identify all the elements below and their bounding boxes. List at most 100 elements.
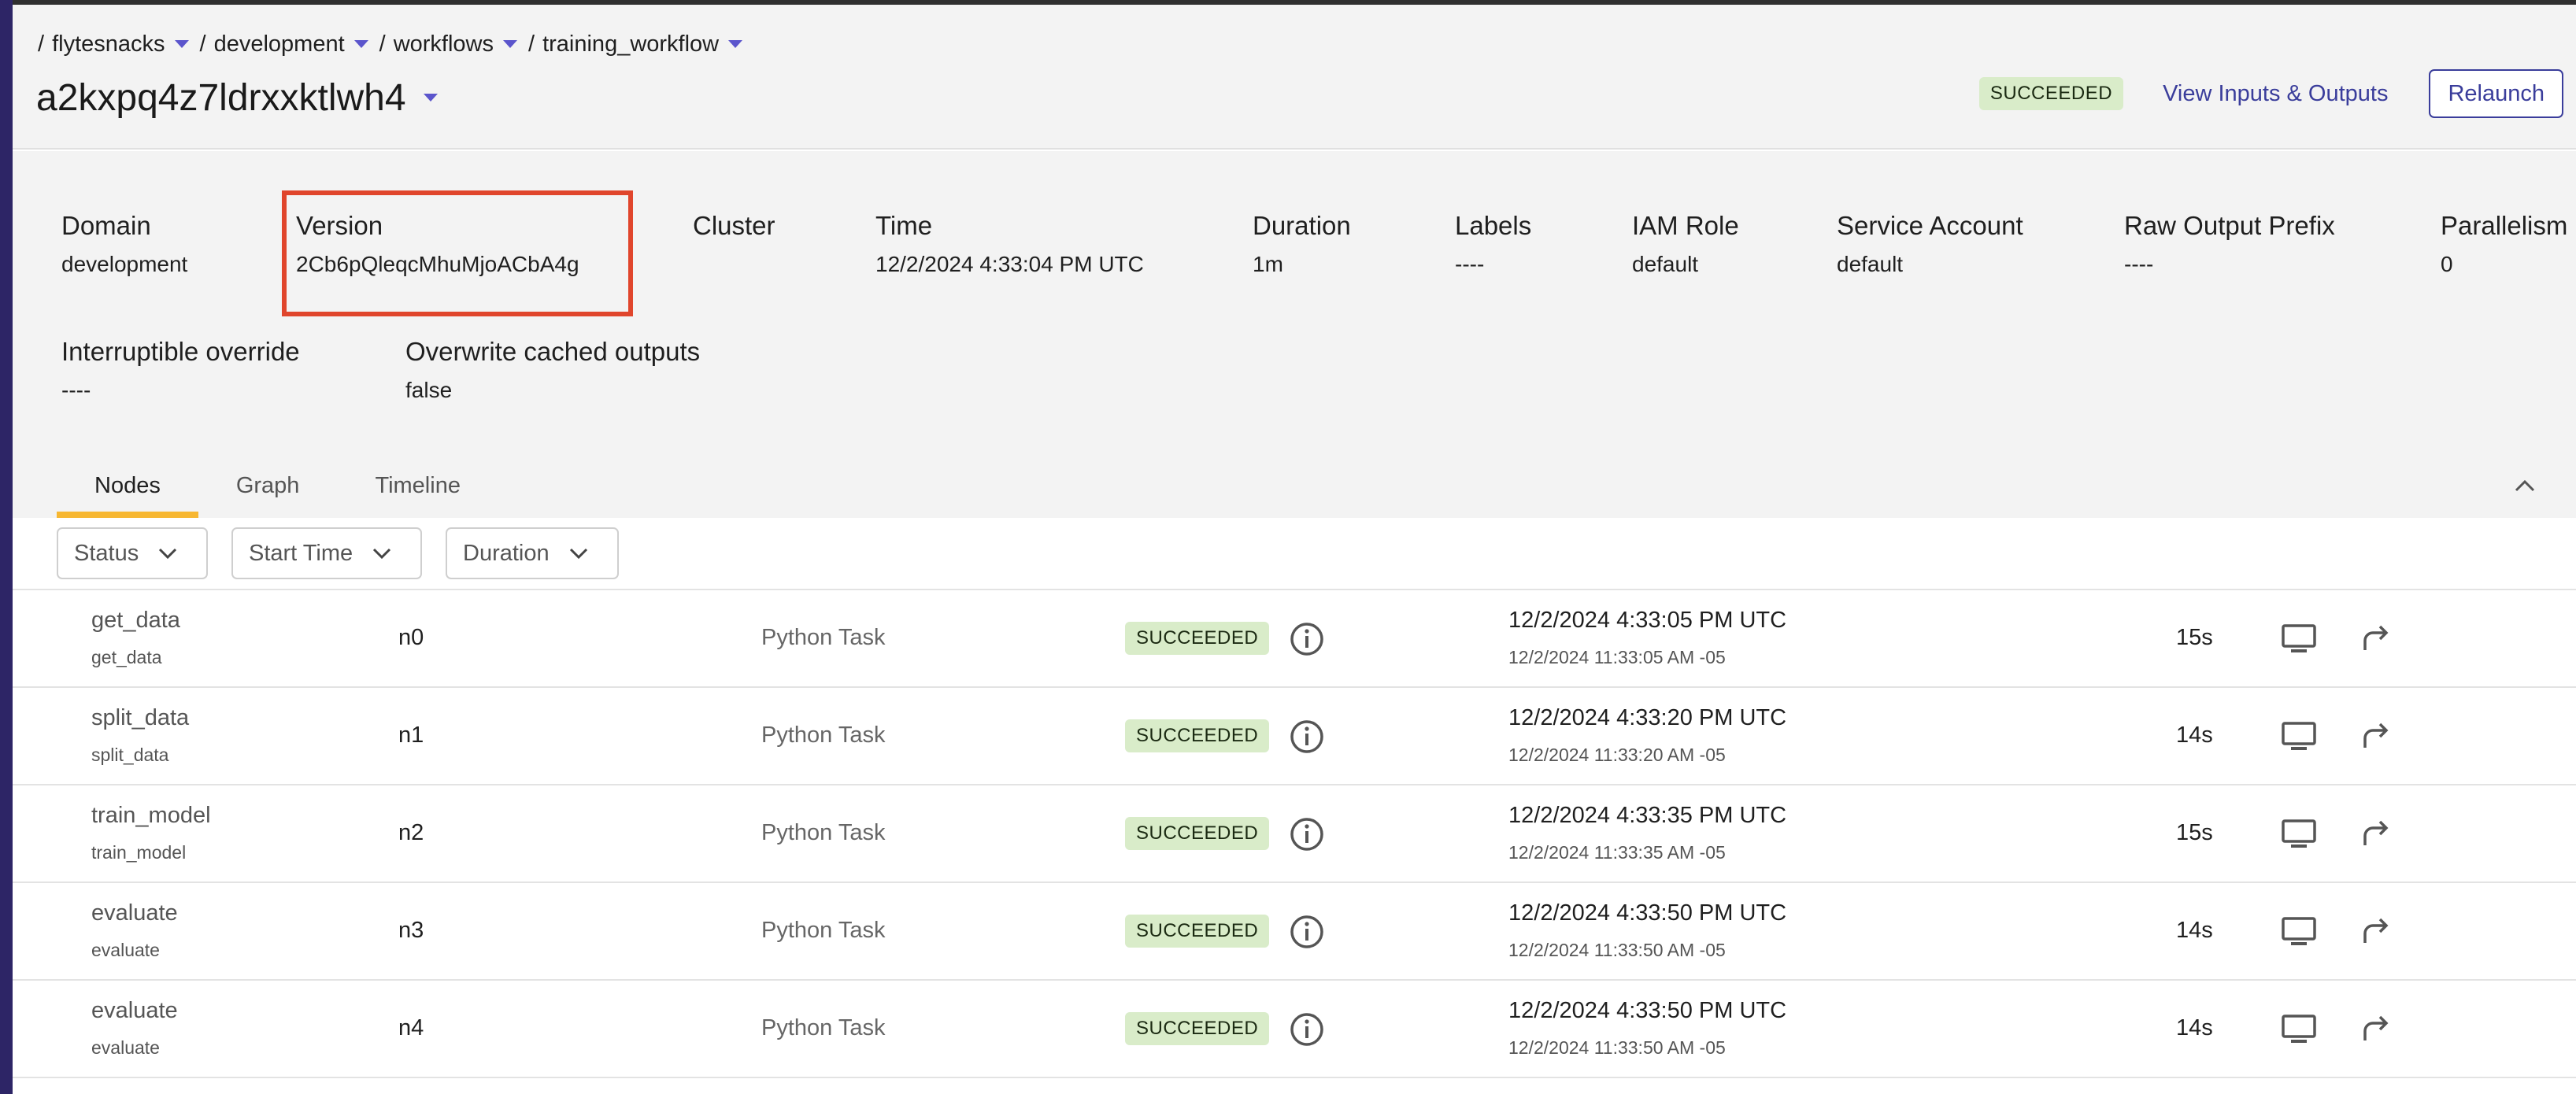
meta-labels: Labels ---- <box>1455 211 1532 276</box>
node-type: Python Task <box>761 1015 886 1040</box>
meta-iam-role: IAM Role default <box>1632 211 1739 276</box>
rerun-icon[interactable] <box>2359 817 2393 856</box>
meta-parallelism: Parallelism 0 <box>2441 211 2568 276</box>
node-id: n4 <box>398 1015 424 1040</box>
node-name-link[interactable]: train_model <box>91 803 211 829</box>
start-time-utc: 12/2/2024 4:33:35 PM UTC <box>1508 803 1787 828</box>
caret-down-icon <box>174 40 189 48</box>
table-row[interactable]: train_model train_model n2 Python Task S… <box>13 785 2576 883</box>
status-badge: SUCCEEDED <box>1125 817 1270 850</box>
execution-header: / flytesnacks / development / workflows / tr… <box>13 5 2576 150</box>
start-time-filter[interactable]: Start Time <box>231 527 422 579</box>
rerun-icon[interactable] <box>2359 622 2393 660</box>
rerun-icon[interactable] <box>2359 1012 2393 1051</box>
breadcrumb-project[interactable]: / flytesnacks <box>38 31 189 57</box>
meta-service-account: Service Account default <box>1837 211 2023 276</box>
info-icon[interactable] <box>1288 815 1326 857</box>
nodes-table: get_data get_data n0 Python Task SUCCEED… <box>13 590 2576 1078</box>
status-badge: SUCCEEDED <box>1125 622 1270 655</box>
start-time-utc: 12/2/2024 4:33:50 PM UTC <box>1508 900 1787 926</box>
header-actions: SUCCEEDED View Inputs & Outputs Relaunch <box>1978 69 2563 118</box>
node-name-link[interactable]: evaluate <box>91 998 178 1024</box>
node-type: Python Task <box>761 918 886 943</box>
start-time-utc: 12/2/2024 4:33:50 PM UTC <box>1508 998 1787 1023</box>
logs-monitor-icon[interactable] <box>2280 915 2318 953</box>
tab-graph[interactable]: Graph <box>198 453 338 518</box>
node-name-link[interactable]: get_data <box>91 608 180 634</box>
breadcrumb-domain[interactable]: / development <box>200 31 368 57</box>
collapse-metadata-button[interactable] <box>2505 466 2545 505</box>
meta-raw-output-prefix: Raw Output Prefix ---- <box>2124 211 2335 276</box>
rerun-icon[interactable] <box>2359 719 2393 758</box>
node-id: n1 <box>398 723 424 748</box>
start-time-local: 12/2/2024 11:33:35 AM -05 <box>1508 842 1726 863</box>
node-name-link[interactable]: split_data <box>91 705 189 731</box>
node-duration: 15s <box>2176 625 2213 650</box>
node-status: SUCCEEDED <box>1125 915 1270 948</box>
meta-domain: Domain development <box>61 211 188 276</box>
status-badge: SUCCEEDED <box>1125 1012 1270 1045</box>
chevron-down-icon <box>373 548 391 560</box>
execution-metadata: Domain development Version 2Cb6pQleqcMhu… <box>13 151 2576 518</box>
breadcrumb-workflow[interactable]: / training_workflow <box>528 31 743 57</box>
status-filter[interactable]: Status <box>57 527 208 579</box>
logs-monitor-icon[interactable] <box>2280 817 2318 856</box>
node-subname: split_data <box>91 745 169 765</box>
breadcrumb: / flytesnacks / development / workflows / tr… <box>38 22 753 66</box>
breadcrumb-type[interactable]: / workflows <box>379 31 518 57</box>
node-subname: evaluate <box>91 940 160 960</box>
caret-down-icon <box>423 94 438 102</box>
start-time-local: 12/2/2024 11:33:05 AM -05 <box>1508 647 1726 667</box>
logs-monitor-icon[interactable] <box>2280 622 2318 660</box>
start-time-local: 12/2/2024 11:33:50 AM -05 <box>1508 1037 1726 1058</box>
status-badge: SUCCEEDED <box>1125 719 1270 752</box>
status-badge: SUCCEEDED <box>1978 77 2124 110</box>
info-icon[interactable] <box>1288 1011 1326 1052</box>
caret-down-icon <box>503 40 518 48</box>
rerun-icon[interactable] <box>2359 915 2393 953</box>
execution-title[interactable]: a2kxpq4z7ldrxxktlwh4 <box>36 68 438 128</box>
caret-down-icon <box>728 40 743 48</box>
chevron-up-icon <box>2515 479 2535 492</box>
relaunch-button[interactable]: Relaunch <box>2429 69 2563 118</box>
tab-timeline[interactable]: Timeline <box>337 453 498 518</box>
node-subname: train_model <box>91 842 187 863</box>
meta-duration: Duration 1m <box>1253 211 1351 276</box>
node-subname: get_data <box>91 647 162 667</box>
node-status: SUCCEEDED <box>1125 622 1270 655</box>
logs-monitor-icon[interactable] <box>2280 719 2318 758</box>
status-badge: SUCCEEDED <box>1125 915 1270 948</box>
node-type: Python Task <box>761 625 886 650</box>
chevron-down-icon <box>159 548 177 560</box>
tab-nodes[interactable]: Nodes <box>57 453 198 518</box>
caret-down-icon <box>353 40 368 48</box>
meta-overwrite-cache: Overwrite cached outputs false <box>405 337 701 402</box>
table-row[interactable]: evaluate evaluate n4 Python Task SUCCEED… <box>13 981 2576 1078</box>
node-id: n3 <box>398 918 424 943</box>
info-icon[interactable] <box>1288 913 1326 955</box>
node-name-link[interactable]: evaluate <box>91 900 178 926</box>
table-row[interactable]: evaluate evaluate n3 Python Task SUCCEED… <box>13 883 2576 981</box>
app-nav-edge <box>0 0 13 1094</box>
node-status: SUCCEEDED <box>1125 1012 1270 1045</box>
node-status: SUCCEEDED <box>1125 719 1270 752</box>
execution-tabs: Nodes Graph Timeline <box>57 453 498 518</box>
view-inputs-outputs-button[interactable]: View Inputs & Outputs <box>2163 81 2388 107</box>
node-duration: 15s <box>2176 820 2213 845</box>
node-duration: 14s <box>2176 1015 2213 1040</box>
node-status: SUCCEEDED <box>1125 817 1270 850</box>
info-icon[interactable] <box>1288 620 1326 662</box>
execution-page: / flytesnacks / development / workflows / tr… <box>0 0 2576 1094</box>
meta-time: Time 12/2/2024 4:33:04 PM UTC <box>875 211 1144 276</box>
table-row[interactable]: split_data split_data n1 Python Task SUC… <box>13 688 2576 785</box>
start-time-utc: 12/2/2024 4:33:20 PM UTC <box>1508 705 1787 730</box>
node-duration: 14s <box>2176 723 2213 748</box>
node-id: n2 <box>398 820 424 845</box>
duration-filter[interactable]: Duration <box>446 527 619 579</box>
node-filters: Status Start Time Duration <box>13 518 2576 590</box>
start-time-local: 12/2/2024 11:33:50 AM -05 <box>1508 940 1726 960</box>
table-row[interactable]: get_data get_data n0 Python Task SUCCEED… <box>13 590 2576 688</box>
logs-monitor-icon[interactable] <box>2280 1012 2318 1051</box>
chevron-down-icon <box>569 548 587 560</box>
info-icon[interactable] <box>1288 718 1326 760</box>
